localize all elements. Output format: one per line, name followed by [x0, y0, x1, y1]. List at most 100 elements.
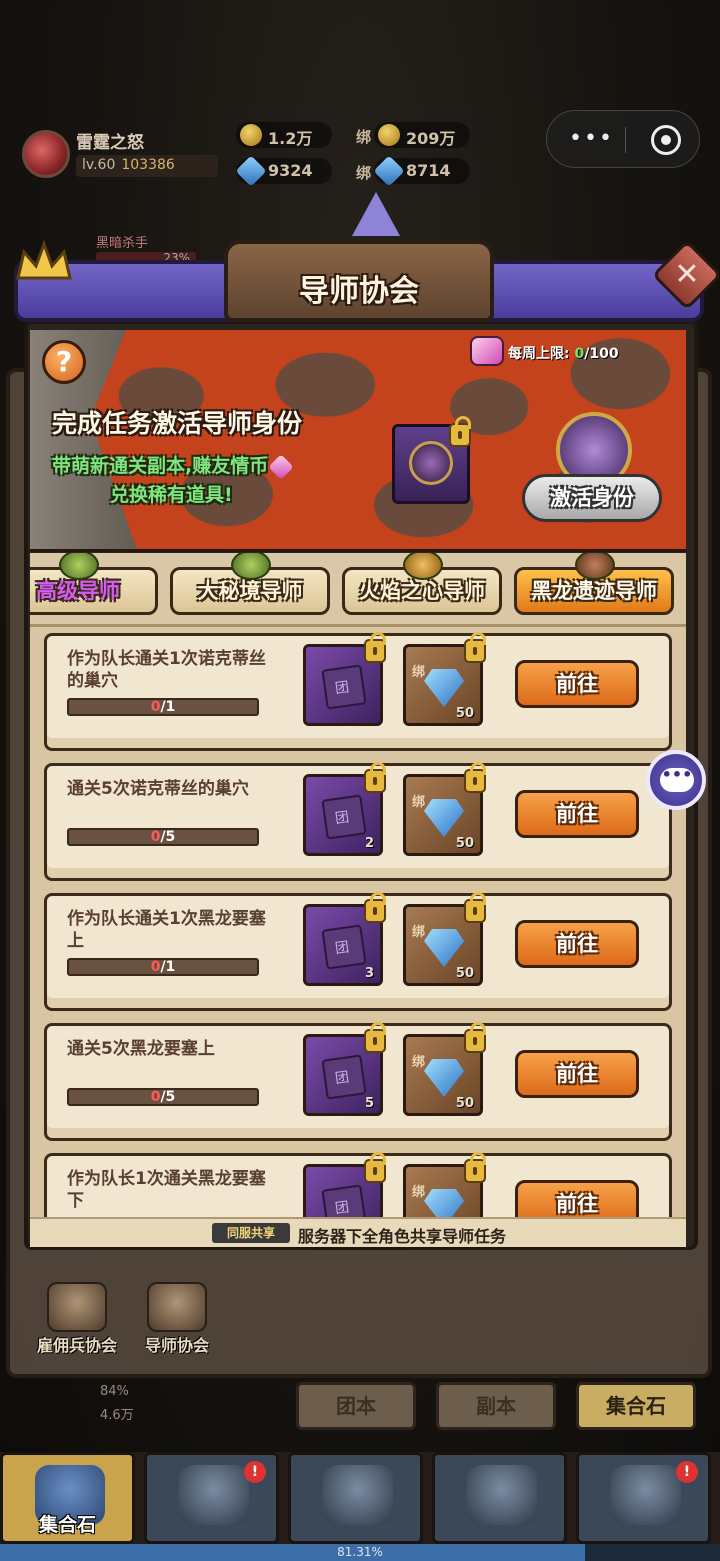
header-title-plate: 导师协会 [224, 240, 494, 322]
reward-team-scroll[interactable]: 5 [303, 1022, 386, 1116]
weekly-limit-label: 每周上限: [508, 346, 570, 362]
help-button[interactable]: ? [42, 340, 86, 384]
bound-label: 绑 [412, 795, 426, 810]
gold-resource[interactable]: 1.2万 [236, 122, 332, 148]
task-progress-total: /5 [160, 1089, 176, 1105]
tab-black-dragon-mentor[interactable]: 黑龙遗迹导师 [514, 553, 674, 615]
close-miniprogram-icon[interactable] [651, 125, 681, 155]
share-tag: 同服共享 [212, 1223, 290, 1243]
friendship-gem-icon [268, 453, 294, 480]
mentor-guild-button[interactable]: 导师协会 [122, 1282, 232, 1355]
nav-shop[interactable] [432, 1452, 567, 1544]
nav-meeting-stone[interactable]: 集合石 [0, 1452, 135, 1544]
task-progress-done: 0 [150, 959, 161, 975]
tab-rift-mentor[interactable]: 大秘境导师 [170, 553, 330, 615]
capsule-divider [625, 127, 626, 153]
reward-count: 5 [364, 1096, 374, 1111]
go-button[interactable]: 前往 [515, 920, 639, 968]
go-button[interactable]: 前往 [515, 1180, 639, 1217]
lock-icon [464, 632, 486, 663]
lock-icon [364, 892, 386, 923]
nav-battle[interactable] [288, 1452, 423, 1544]
mercenary-guild-button[interactable]: 雇佣兵协会 [22, 1282, 132, 1355]
tab-fire-heart-mentor[interactable]: 火焰之心导师 [342, 553, 502, 615]
bound-gem-resource[interactable]: 8714 [373, 155, 470, 187]
weekly-limit-max: /100 [584, 346, 619, 362]
bound-gold-resource[interactable]: 209万 [374, 122, 470, 148]
bound-label: 绑 [412, 665, 426, 680]
share-footer: 同服共享 服务器下全角色共享导师任务 [30, 1217, 686, 1247]
reward-bound-gems[interactable]: 绑 [403, 1152, 486, 1217]
reward-team-scroll[interactable]: 3 [303, 892, 386, 986]
go-button[interactable]: 前往 [515, 790, 639, 838]
task-description: 作为队长通关1次诺克蒂丝的巢穴 [67, 649, 266, 691]
go-button[interactable]: 前往 [515, 1050, 639, 1098]
reward-bound-gems[interactable]: 绑 50 [403, 1022, 486, 1116]
task-list[interactable]: 作为队长通关1次诺克蒂丝的巢穴 0/1 绑 50 前往 通关5次诺克蒂丝的巢穴 … [30, 627, 686, 1217]
gem-resource[interactable]: 9324 [235, 155, 332, 187]
reward-bound-gems[interactable]: 绑 50 [403, 632, 486, 726]
nav-hero[interactable]: ! [144, 1452, 279, 1544]
go-button[interactable]: 前往 [515, 660, 639, 708]
reward-team-scroll[interactable] [303, 632, 386, 726]
tab-emblem-icon [231, 553, 271, 580]
tab-senior-mentor[interactable]: 高级导师 [30, 553, 158, 615]
reward-count: 50 [455, 706, 474, 721]
task-card: 通关5次诺克蒂丝的巢穴 0/5 2 绑 50 前往 [44, 762, 672, 881]
share-description: 服务器下全角色共享导师任务 [298, 1227, 507, 1246]
player-avatar[interactable] [22, 130, 70, 178]
nav-guild[interactable]: ! [576, 1452, 711, 1544]
tab-emblem-icon [575, 553, 615, 580]
header-spike [352, 192, 400, 236]
modal-header: 导师协会 [14, 192, 704, 330]
task-progress: 0/1 [67, 958, 259, 976]
reward-count: 50 [455, 1096, 474, 1111]
chat-button[interactable]: ••• [646, 750, 706, 810]
tab-emblem-icon [59, 553, 99, 580]
reward-count: 2 [364, 836, 374, 851]
task-progress-done: 0 [150, 829, 161, 845]
bound-gold-prefix: 绑 [356, 128, 372, 146]
left-stat-1: 84% [100, 1384, 129, 1399]
reward-team-scroll[interactable]: 2 [303, 762, 386, 856]
reward-bound-gems[interactable]: 绑 50 [403, 762, 486, 856]
back-tab-meeting-stone[interactable]: 集合石 [576, 1382, 696, 1430]
player-name: 雷霆之怒 [76, 133, 144, 153]
bound-label: 绑 [412, 925, 426, 940]
task-description: 通关5次黑龙要塞上 [67, 1039, 215, 1059]
player-level-bar: lv.60 103386 [76, 155, 218, 177]
bound-label: 绑 [412, 1055, 426, 1070]
mentor-tabs: 高级导师 大秘境导师 火焰之心导师 黑龙遗迹导师 [30, 553, 686, 627]
left-stat-2: 4.6万 [100, 1408, 134, 1423]
activate-identity-button[interactable]: 激活身份 [522, 474, 662, 522]
reward-count: 50 [455, 836, 474, 851]
lock-icon [464, 762, 486, 793]
task-progress-total: /1 [160, 959, 176, 975]
team-scroll-icon [321, 794, 367, 840]
diamond-icon [424, 799, 464, 837]
bound-gold-amount: 209万 [406, 129, 456, 148]
diamond-icon [424, 1059, 464, 1097]
tab-emblem-icon [403, 553, 443, 580]
tab-label: 大秘境导师 [197, 579, 303, 603]
banner-subtitle-line1: 带萌新通关副本,赚友情币 [52, 451, 294, 480]
back-tab-dungeon[interactable]: 副本 [436, 1382, 556, 1430]
battle-icon [323, 1465, 393, 1525]
banner-title: 完成任务激活导师身份 [52, 409, 303, 438]
reward-bound-gems[interactable]: 绑 50 [403, 892, 486, 986]
diamond-icon [424, 669, 464, 707]
back-tab-raid[interactable]: 团本 [296, 1382, 416, 1430]
castle-icon [611, 1465, 681, 1525]
lock-icon [464, 1022, 486, 1053]
mercenary-guild-label: 雇佣兵协会 [36, 1336, 117, 1355]
experience-text: 81.31% [337, 1545, 383, 1559]
mentor-guild-label: 导师协会 [144, 1336, 209, 1355]
reward-team-scroll[interactable] [303, 1152, 386, 1217]
more-icon[interactable]: ••• [569, 126, 614, 151]
experience-bar: 81.31% [0, 1544, 720, 1561]
mentor-guild-icon [147, 1282, 207, 1332]
task-progress-done: 0 [150, 1089, 161, 1105]
mentor-badge-reward[interactable] [392, 416, 471, 504]
team-scroll-icon [321, 664, 367, 710]
task-description: 作为队长通关1次黑龙要塞上 [67, 909, 266, 951]
